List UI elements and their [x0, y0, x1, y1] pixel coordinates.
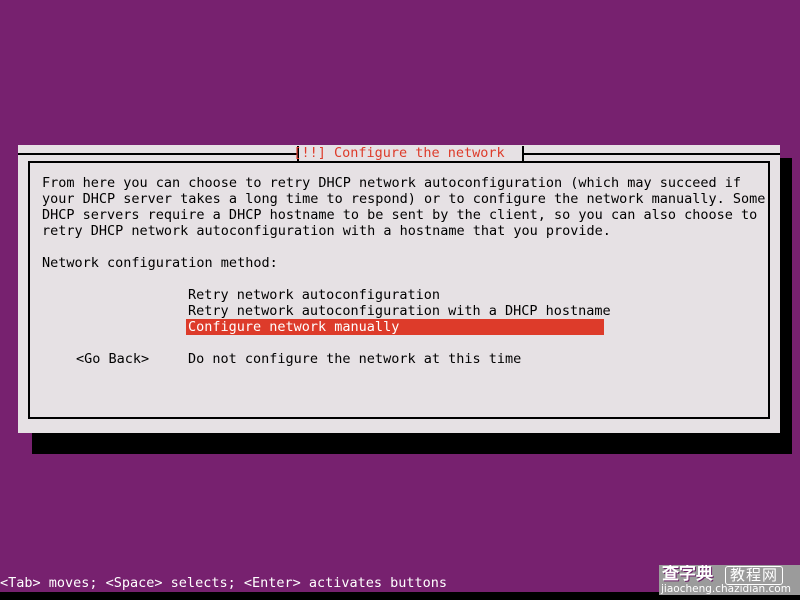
installer-screen: [!!] Configure the network From here you… [0, 0, 800, 600]
option-list-spacer [186, 335, 766, 351]
configure-network-dialog: [!!] Configure the network From here you… [18, 145, 780, 433]
option-do-not-configure-network[interactable]: Do not configure the network at this tim… [186, 351, 766, 367]
option-retry-network-autoconfiguration-with-dhcp-hostname[interactable]: Retry network autoconfiguration with a D… [186, 303, 766, 319]
dialog-description-text: From here you can choose to retry DHCP n… [42, 175, 766, 239]
go-back-button[interactable]: <Go Back> [76, 351, 149, 367]
option-retry-network-autoconfiguration[interactable]: Retry network autoconfiguration [186, 287, 766, 303]
watermark-chinese-primary: 查字典 [662, 565, 713, 584]
watermark: 查字典 教程网 jiaocheng.chazidian.com [659, 565, 800, 595]
network-config-method-label: Network configuration method: [42, 255, 278, 271]
dialog-content-frame: From here you can choose to retry DHCP n… [28, 161, 770, 419]
network-config-method-list[interactable]: Retry network autoconfiguration Retry ne… [186, 287, 766, 367]
option-configure-network-manually[interactable]: Configure network manually [186, 319, 604, 335]
dialog-title: [!!] Configure the network [293, 145, 505, 161]
watermark-url: jiaocheng.chazidian.com [661, 583, 791, 595]
